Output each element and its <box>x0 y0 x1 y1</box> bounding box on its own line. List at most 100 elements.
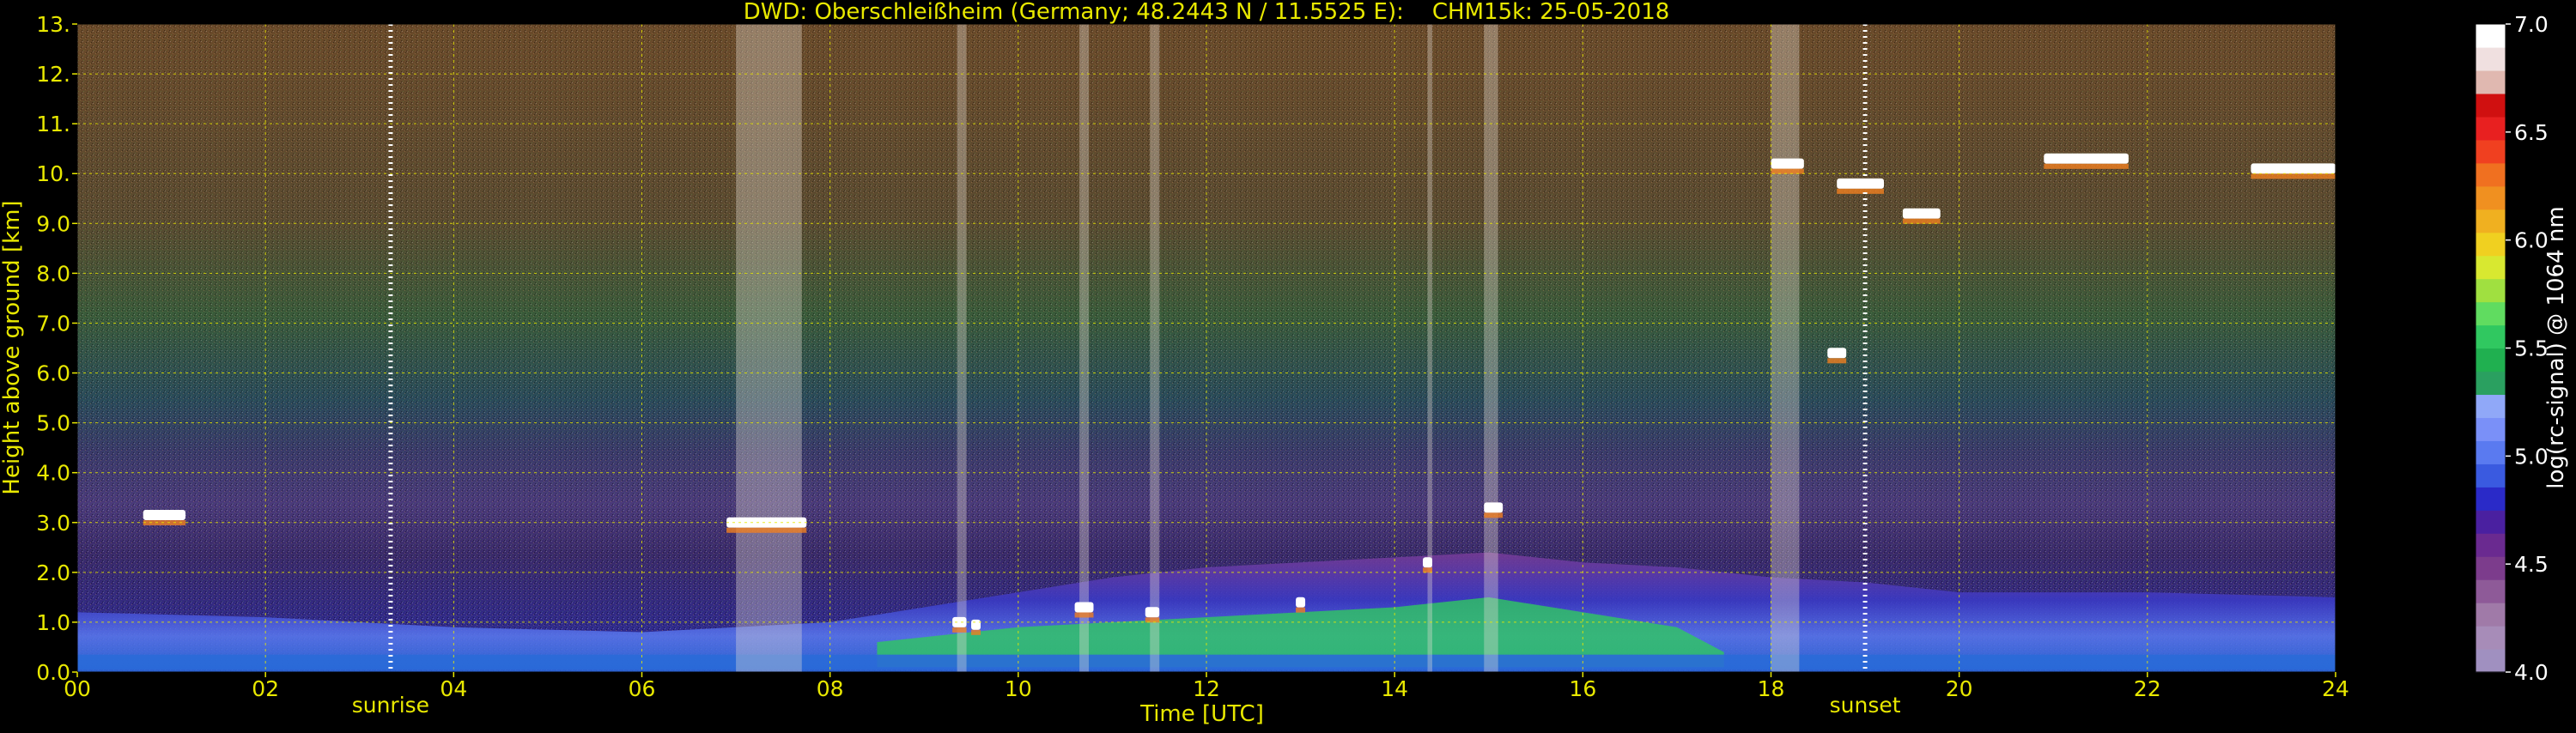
precip-streak <box>1427 24 1432 672</box>
cloud-edge <box>1145 617 1160 623</box>
precip-streak <box>736 24 802 672</box>
colorbar-segment <box>2476 24 2506 48</box>
cloud-edge <box>1902 218 1941 224</box>
colorbar-segment <box>2476 603 2506 627</box>
x-tick-label: 18 <box>1758 676 1785 701</box>
cloud-layer <box>1145 607 1160 618</box>
colorbar-segment <box>2476 278 2506 303</box>
colorbar-segment <box>2476 510 2506 534</box>
colorbar-segment <box>2476 417 2506 441</box>
x-tick-label: 08 <box>817 676 844 701</box>
colorbar-segment <box>2476 579 2506 603</box>
x-tick-label: 04 <box>440 676 467 701</box>
x-tick-label: 14 <box>1381 676 1408 701</box>
colorbar-segment <box>2476 46 2506 71</box>
colorbar-tick-label: 7.0 <box>2514 12 2549 37</box>
cloud-layer <box>1074 602 1094 613</box>
y-tick-label: 3.0 <box>36 511 70 536</box>
sun-marker-label: sunrise <box>352 693 429 718</box>
colorbar-segment <box>2476 70 2506 94</box>
x-tick-label: 22 <box>2134 676 2161 701</box>
precip-streak <box>1150 24 1160 672</box>
cloud-edge <box>726 527 807 533</box>
sun-marker-label: sunset <box>1830 693 1901 718</box>
cloud-layer <box>1484 502 1504 513</box>
colorbar-tick-label: 4.5 <box>2514 552 2549 577</box>
y-tick-label: 5.0 <box>36 411 70 436</box>
colorbar-segment <box>2476 348 2506 373</box>
cloud-edge <box>1827 358 1847 364</box>
cloud-layer <box>1827 348 1847 359</box>
cloud-layer <box>971 619 981 630</box>
colorbar-tick-label: 6.5 <box>2514 120 2549 145</box>
colorbar-segment <box>2476 533 2506 557</box>
colorbar-segment <box>2476 301 2506 326</box>
colorbar-segment <box>2476 487 2506 511</box>
y-tick-label: 13. <box>36 12 70 37</box>
cloud-edge <box>952 627 967 633</box>
colorbar-segment <box>2476 209 2506 233</box>
cloud-layer <box>2044 153 2129 164</box>
colorbar-segment <box>2476 139 2506 164</box>
colorbar-segment <box>2476 463 2506 488</box>
y-axis-label: Height above ground [km] <box>0 200 25 494</box>
cloud-layer <box>2251 163 2336 174</box>
cloud-edge <box>1771 168 1804 174</box>
colorbar-segment <box>2476 440 2506 464</box>
chart-svg: 0.01.02.03.04.05.06.07.08.09.010.11.12.1… <box>0 0 2569 727</box>
colorbar-segment <box>2476 232 2506 257</box>
cloud-edge <box>2251 173 2336 179</box>
precip-streak <box>1079 24 1090 672</box>
cloud-edge <box>1423 567 1432 573</box>
ceilometer-figure: 0.0 1.0 2.0 3.0 4.0 5.0 6.0 7.0 8.0 9.0 10. 11. 12. 1… <box>0 0 2576 730</box>
cloud-layer <box>1837 178 1884 189</box>
y-tick-label: 10. <box>36 161 70 186</box>
plot-area <box>76 23 2336 673</box>
y-tick-label: 6.0 <box>36 361 70 386</box>
precip-streak <box>957 24 967 672</box>
cloud-edge <box>1484 512 1504 518</box>
y-tick-label: 11. <box>36 112 70 136</box>
colorbar-segment <box>2476 116 2506 141</box>
precip-streak <box>1771 24 1800 672</box>
y-axis-ticks: 0.01.02.03.04.05.06.07.08.09.010.11.12.1… <box>36 12 77 685</box>
colorbar-segment <box>2476 394 2506 418</box>
cloud-layer <box>143 510 186 521</box>
sun-marker-labels: sunrise sunset <box>352 693 1901 718</box>
y-tick-label: 2.0 <box>36 560 70 585</box>
colorbar-segment <box>2476 324 2506 349</box>
y-tick-label: 9.0 <box>36 211 70 236</box>
colorbar-segment <box>2476 185 2506 210</box>
colorbar-segment <box>2476 255 2506 280</box>
cloud-layer <box>1296 597 1306 608</box>
colorbar-tick-label: 4.0 <box>2514 660 2549 685</box>
x-axis-label: Time [UTC] <box>1139 701 1264 727</box>
cloud-layer <box>1902 208 1941 219</box>
colorbar-segment <box>2476 371 2506 396</box>
y-tick-label: 8.0 <box>36 261 70 286</box>
colorbar-segment <box>2476 93 2506 118</box>
cloud-edge <box>1837 188 1884 194</box>
x-tick-label: 24 <box>2322 676 2349 701</box>
colorbar-label: log(rc-signal) @ 1064 nm <box>2543 206 2569 488</box>
x-tick-label: 12 <box>1193 676 1220 701</box>
y-tick-label: 7.0 <box>36 311 70 336</box>
colorbar-segment <box>2476 649 2506 673</box>
y-tick-label: 12. <box>36 62 70 87</box>
x-tick-label: 10 <box>1005 676 1032 701</box>
y-tick-label: 1.0 <box>36 610 70 635</box>
cloud-edge <box>1074 612 1094 618</box>
colorbar-segment <box>2476 556 2506 580</box>
chart-title: DWD: Oberschleißheim (Germany; 48.2443 N… <box>744 0 1670 25</box>
x-tick-label: 00 <box>64 676 91 701</box>
cloud-edge <box>2044 163 2129 169</box>
precip-streak <box>1484 24 1498 672</box>
cloud-layer <box>952 616 967 627</box>
x-tick-label: 02 <box>252 676 279 701</box>
cloud-edge <box>971 629 981 635</box>
colorbar-segment <box>2476 162 2506 187</box>
cloud-layer <box>1771 158 1804 169</box>
cloud-edge <box>1296 607 1306 613</box>
y-tick-label: 4.0 <box>36 461 70 486</box>
colorbar-segment <box>2476 626 2506 650</box>
